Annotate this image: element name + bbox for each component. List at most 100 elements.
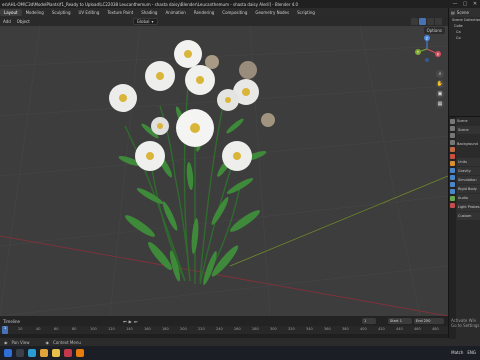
solid-shading-button[interactable] [419,18,426,25]
tab-compositing[interactable]: Compositing [218,9,251,16]
options-button[interactable]: Options [423,27,445,34]
search-icon[interactable] [16,349,24,357]
tab-scripting[interactable]: Scripting [293,9,319,16]
scene-panel[interactable]: Scene [457,126,480,134]
current-frame-field[interactable]: 1 [362,318,376,324]
ruler-tick: 100 [90,327,97,331]
tab-geometry-nodes[interactable]: Geometry Nodes [251,9,293,16]
world-tab-icon[interactable] [450,154,455,159]
transform-orientation-dropdown[interactable]: Global ▾ [132,18,158,25]
window-titlebar: es\AHL-OM\C3d\ModelPlants\f1_Ready to Up… [0,0,480,8]
explorer-icon[interactable] [52,349,60,357]
y-axis-line [229,175,448,267]
timeline-header: Timeline ⏮ ▶ ⏭ 1 Start 1 End 250 [0,316,448,326]
physics-tab-icon[interactable] [450,182,455,187]
daisy-plant[interactable] [109,40,275,286]
light-probes-panel[interactable]: Light Probes [457,203,480,211]
object-tab-icon[interactable] [450,161,455,166]
tab-modeling[interactable]: Modeling [22,9,48,16]
properties-panel: Scene Scene Background Units Gravity Sim… [448,116,480,339]
maximize-button[interactable]: ▢ [460,0,470,8]
outliner-scene-label[interactable]: Scene [457,10,469,15]
tab-animation[interactable]: Animation [161,9,189,16]
start-value: 1 [399,319,402,323]
shading-buttons [411,18,442,25]
start-label: Start [390,319,399,323]
end-frame-field[interactable]: End 250 [414,318,444,324]
ruler-tick: 20 [18,327,23,331]
ruler-tick: 240 [216,327,223,331]
ruler-tick: 160 [144,327,151,331]
activate-windows-watermark: Activate Win Go to Settings [451,318,480,328]
jump-start-icon[interactable]: ⏮ [123,319,127,324]
tab-layout[interactable]: Layout [0,9,22,16]
end-value: 250 [423,319,431,323]
status-pan-view: Pan View [11,339,30,345]
background-field[interactable]: Background [457,140,480,148]
audio-panel[interactable]: Audio [457,194,480,202]
tab-uv-editing[interactable]: UV Editing [75,9,104,16]
language-label[interactable]: ENG [467,350,476,355]
playback-controls: ⏮ ▶ ⏭ [123,319,137,324]
wireframe-shading-button[interactable] [411,18,418,25]
outliner-row[interactable]: Co [449,35,480,41]
scene-tab-icon[interactable] [450,147,455,152]
tab-rendering[interactable]: Rendering [190,9,218,16]
tab-sculpting[interactable]: Sculpting [48,9,75,16]
close-button[interactable]: ✕ [470,0,480,8]
camera-icon[interactable]: ▣ [436,90,444,98]
simulation-panel[interactable]: Simulation [457,176,480,184]
view-layer-tab-icon[interactable] [450,140,455,145]
start-frame-field[interactable]: Start 1 [388,318,412,324]
viewport-header: Add Object Global ▾ [0,17,448,26]
edge-icon[interactable] [28,349,36,357]
constraints-tab-icon[interactable] [450,189,455,194]
add-menu[interactable]: Add [0,19,14,24]
zoom-icon[interactable]: ⌕ [436,70,444,78]
chrome-icon[interactable] [40,349,48,357]
mouse-icon: ◉ [45,339,49,345]
modifier-tab-icon[interactable] [450,168,455,173]
x-axis-line [0,235,448,316]
app-icon[interactable] [64,349,72,357]
ruler-tick: 480 [432,327,439,331]
material-tab-icon[interactable] [450,203,455,208]
weather-label[interactable]: Match [451,350,463,355]
viewport-grid [0,26,448,316]
3d-viewport[interactable]: Options Z X Y ⌕ ✋ ▣ ▦ [0,26,448,316]
activate-windows-line2: Go to Settings [451,323,480,328]
gravity-panel[interactable]: Gravity [457,167,480,175]
frame-cursor[interactable]: 1 [2,326,9,334]
data-tab-icon[interactable] [450,196,455,201]
properties-header: Scene [457,119,468,123]
custom-properties-panel[interactable]: Custom [457,212,480,220]
tab-texture-paint[interactable]: Texture Paint [103,9,137,16]
ruler-tick: 280 [252,327,259,331]
jump-end-icon[interactable]: ⏭ [134,319,138,324]
rendered-shading-button[interactable] [435,18,442,25]
navigation-gizmo[interactable]: Z X Y [412,34,442,64]
output-tab-icon[interactable] [450,133,455,138]
object-menu[interactable]: Object [14,19,33,24]
timeline-ruler[interactable]: 1 20 40 60 80 100 120 140 160 180 200 22… [0,326,448,334]
tool-tab-icon[interactable] [450,119,455,124]
transform-orientation-value: Global [136,19,150,24]
blender-icon[interactable] [76,349,84,357]
ruler-tick: 120 [108,327,115,331]
ruler-tick: 80 [72,327,77,331]
hand-pan-icon[interactable]: ✋ [436,80,444,88]
material-shading-button[interactable] [427,18,434,25]
start-icon[interactable] [4,349,12,357]
render-tab-icon[interactable] [450,126,455,131]
rigid-body-panel[interactable]: Rigid Body [457,185,480,193]
particles-tab-icon[interactable] [450,175,455,180]
tab-shading[interactable]: Shading [137,9,161,16]
units-panel[interactable]: Units [457,158,480,166]
ruler-tick: 440 [396,327,403,331]
grid-view-icon[interactable]: ▦ [436,100,444,108]
play-icon[interactable]: ▶ [129,319,132,324]
timeline-label[interactable]: Timeline [0,319,23,324]
os-taskbar: Match ENG [0,346,480,360]
minimize-button[interactable]: — [450,0,460,8]
daisy-flowers [109,40,275,171]
